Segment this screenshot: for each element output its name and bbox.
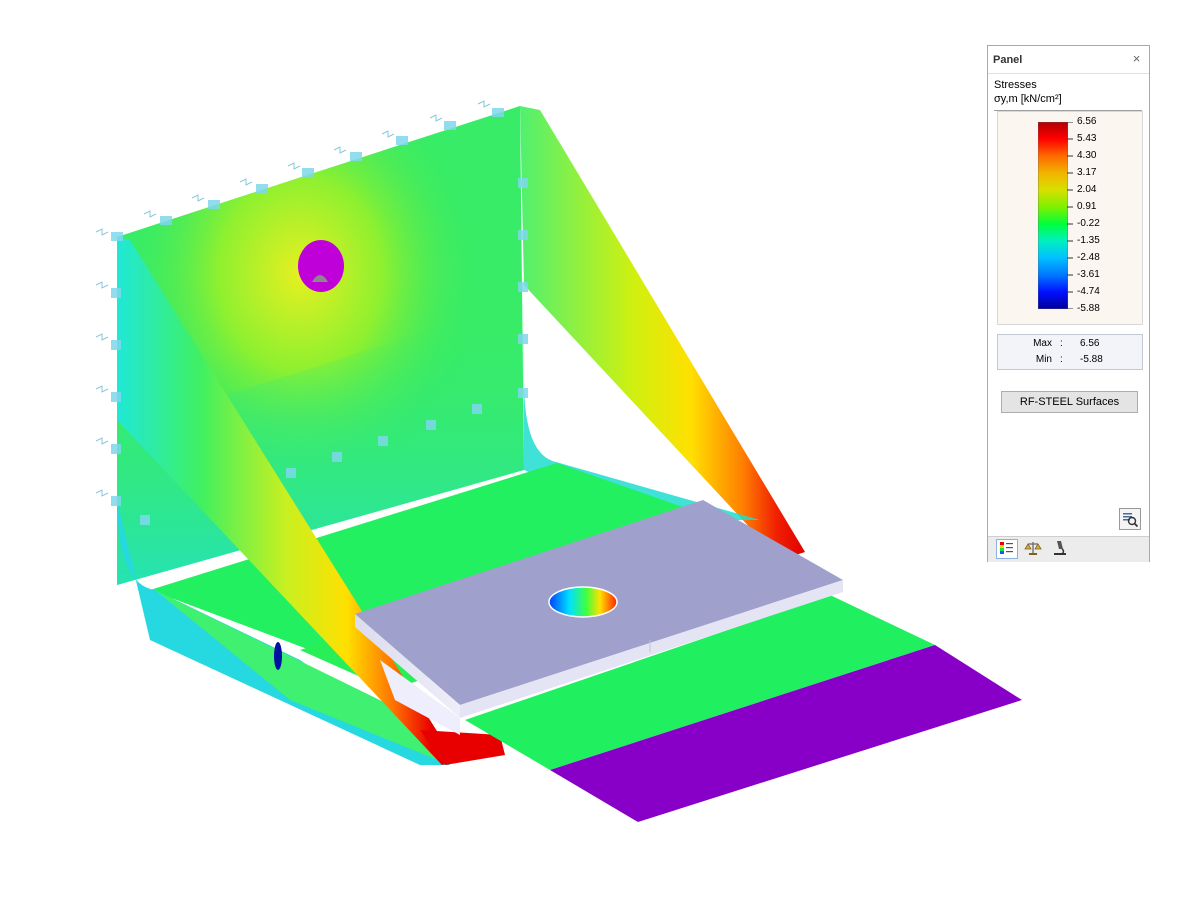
scale-label: -0.22 xyxy=(1077,218,1100,229)
panel-body: Stresses σy,m [kN/cm²] 6.56 5.43 4.30 3.17 2… xyxy=(988,74,1149,536)
min-value: -5.88 xyxy=(1080,354,1103,365)
scale-label: 3.17 xyxy=(1077,167,1097,178)
rf-steel-surfaces-button[interactable]: RF-STEEL Surfaces xyxy=(1001,391,1138,413)
panel-tab-bar xyxy=(988,536,1149,562)
scale-label: 4.30 xyxy=(1077,150,1097,161)
balance-icon[interactable] xyxy=(1023,539,1045,559)
color-legend[interactable]: 6.56 5.43 4.30 3.17 2.04 0.91 -0.22 -1.35 -2.48 -… xyxy=(997,111,1143,325)
scale-label: 5.43 xyxy=(1077,133,1097,144)
min-label: Min xyxy=(1035,354,1052,365)
scale-label: -3.61 xyxy=(1077,269,1100,280)
max-colon: : xyxy=(1060,338,1063,349)
scale-label: 0.91 xyxy=(1077,201,1097,212)
color-scale-bar xyxy=(1038,122,1068,309)
max-row: Max : 6.56 xyxy=(998,338,1144,352)
scale-label: -4.74 xyxy=(1077,286,1100,297)
panel-title: Panel xyxy=(993,54,1023,66)
scale-label: -1.35 xyxy=(1077,235,1100,246)
result-quantity-label: σy,m [kN/cm²] xyxy=(994,93,1062,105)
wall-opening xyxy=(298,240,344,292)
scale-label: 2.04 xyxy=(1077,184,1097,195)
color-scale-gradient xyxy=(1038,122,1068,309)
panel-titlebar[interactable]: Panel × xyxy=(988,46,1149,74)
max-label: Max xyxy=(1033,338,1052,349)
stress-hotspot-blue xyxy=(274,642,282,670)
color-scale-ticks xyxy=(1067,122,1073,309)
zoom-icon[interactable] xyxy=(1119,508,1141,530)
min-row: Min : -5.88 xyxy=(998,354,1144,368)
scale-label: -5.88 xyxy=(1077,303,1100,314)
scale-label: 6.56 xyxy=(1077,116,1097,127)
result-type-label: Stresses xyxy=(994,79,1037,91)
min-colon: : xyxy=(1060,354,1063,365)
close-icon[interactable]: × xyxy=(1128,50,1145,67)
extreme-values: Max : 6.56 Min : -5.88 xyxy=(997,334,1143,370)
color-scale-icon[interactable] xyxy=(996,539,1018,559)
scale-label: -2.48 xyxy=(1077,252,1100,263)
max-value: 6.56 xyxy=(1080,338,1100,349)
microscope-icon[interactable] xyxy=(1050,539,1072,559)
results-panel: Panel × Stresses σy,m [kN/cm²] 6.56 5.43 4… xyxy=(987,45,1150,562)
